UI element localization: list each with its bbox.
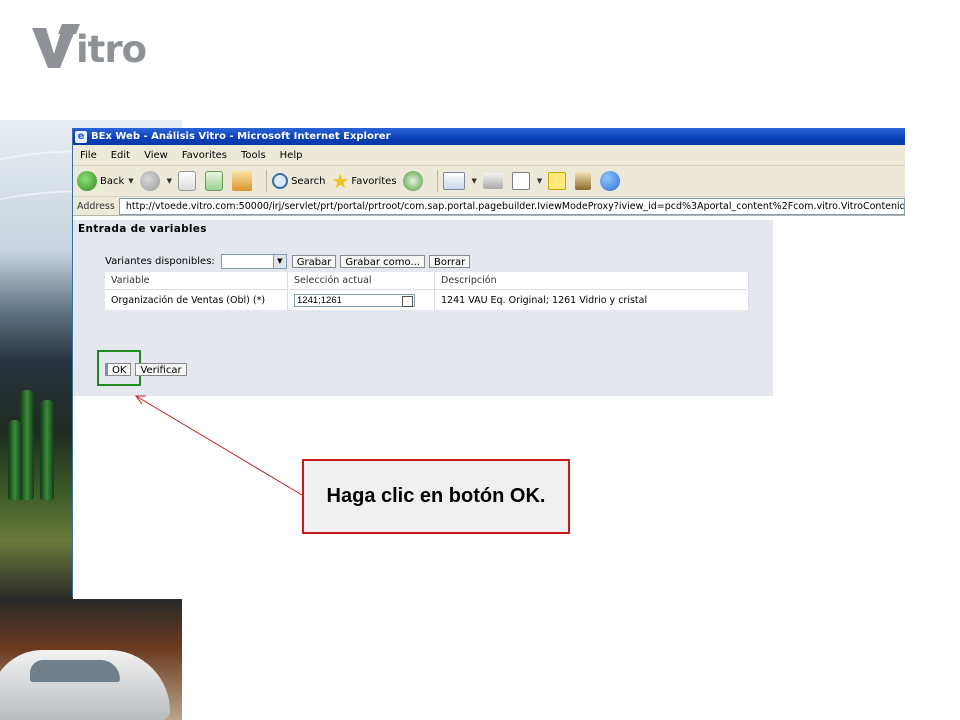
value-help-icon[interactable]	[402, 295, 413, 307]
history-icon	[402, 171, 423, 191]
address-label: Address	[77, 200, 115, 212]
instruction-callout: Haga clic en botón OK.	[302, 459, 570, 534]
back-arrow-icon	[77, 171, 97, 191]
table-row: Organización de Ventas (Obl) (*) 1241 VA…	[105, 289, 749, 310]
address-input[interactable]: http://vtoede.vitro.com:50000/irj/servle…	[118, 197, 905, 215]
toolbar: Back ▼ ▼ Search ★ Favorites ▼ ▼	[73, 166, 905, 197]
address-bar: Address http://vtoede.vitro.com:50000/ir…	[73, 197, 905, 216]
table-header-row: Variable Selección actual Descripción	[105, 272, 749, 290]
bottle-image	[20, 390, 34, 500]
selection-cell	[287, 289, 435, 310]
selection-input[interactable]	[294, 293, 415, 307]
panel-title: Entrada de variables	[78, 223, 207, 235]
toolbar-divider	[266, 170, 268, 192]
back-label: Back	[100, 175, 125, 187]
refresh-button[interactable]	[205, 171, 226, 191]
window-title: BEx Web - Análisis Vitro - Microsoft Int…	[91, 131, 391, 142]
variable-description: 1241 VAU Eq. Original; 1261 Vidrio y cri…	[434, 289, 749, 310]
search-label: Search	[291, 175, 326, 187]
bottle-image	[40, 400, 54, 500]
mail-icon	[442, 172, 465, 190]
word-icon	[511, 172, 530, 190]
menu-favorites[interactable]: Favorites	[175, 150, 234, 161]
ie-icon: e	[75, 130, 87, 143]
address-url: http://vtoede.vitro.com:50000/irj/servle…	[125, 200, 905, 212]
title-bar: e BEx Web - Análisis Vitro - Microsoft I…	[73, 128, 905, 145]
note-icon	[548, 172, 567, 190]
menu-view[interactable]: View	[137, 150, 175, 161]
variants-row: Variantes disponibles: ▼ Grabar Grabar c…	[105, 254, 474, 269]
menu-help[interactable]: Help	[273, 150, 310, 161]
menu-bar: File Edit View Favorites Tools Help	[73, 145, 905, 166]
variable-name: Organización de Ventas (Obl) (*)	[105, 289, 288, 310]
history-button[interactable]	[402, 171, 426, 191]
column-header-variable: Variable	[105, 272, 288, 290]
chevron-down-icon[interactable]: ▼	[272, 255, 286, 268]
actions-row: OK Verificar	[105, 363, 191, 376]
favorites-label: Favorites	[351, 175, 397, 187]
search-icon	[272, 173, 289, 189]
home-button[interactable]	[232, 171, 255, 191]
variants-label: Variantes disponibles:	[105, 256, 215, 267]
save-as-button[interactable]: Grabar como...	[340, 255, 425, 268]
stop-button[interactable]	[178, 171, 199, 191]
forward-arrow-icon	[139, 171, 160, 191]
chevron-down-icon: ▼	[536, 177, 543, 185]
selection-field-wrap	[294, 293, 415, 307]
menu-file[interactable]: File	[73, 150, 104, 161]
logo-mark-icon	[32, 24, 80, 70]
research-button[interactable]	[575, 172, 594, 190]
menu-edit[interactable]: Edit	[104, 150, 137, 161]
column-header-description: Descripción	[434, 272, 749, 290]
save-button[interactable]: Grabar	[291, 255, 337, 268]
column-header-selection: Selección actual	[287, 272, 435, 290]
page-content: Entrada de variables Variantes disponibl…	[73, 216, 905, 599]
back-button[interactable]: Back ▼	[77, 171, 134, 191]
car-image	[0, 650, 170, 720]
favorites-button[interactable]: ★ Favorites	[331, 171, 396, 191]
mail-button[interactable]: ▼	[442, 172, 477, 190]
chevron-down-icon: ▼	[128, 177, 134, 185]
vitro-logo: itro	[32, 22, 147, 71]
forward-button[interactable]: ▼	[139, 171, 173, 191]
messenger-button[interactable]	[600, 171, 623, 191]
callout-text: Haga clic en botón OK.	[326, 485, 546, 507]
print-icon	[482, 173, 503, 189]
research-icon	[575, 172, 592, 190]
chevron-down-icon: ▼	[166, 177, 173, 185]
stop-icon	[178, 171, 197, 191]
menu-tools[interactable]: Tools	[234, 150, 273, 161]
variants-dropdown[interactable]: ▼	[220, 254, 287, 269]
delete-button[interactable]: Borrar	[428, 255, 471, 268]
bottle-image	[8, 420, 22, 500]
toolbar-divider	[436, 170, 438, 192]
home-icon	[232, 171, 253, 191]
ok-button[interactable]: OK	[105, 363, 132, 376]
print-button[interactable]	[482, 173, 506, 189]
messenger-icon	[600, 171, 621, 191]
star-icon: ★	[331, 169, 350, 193]
edit-button[interactable]: ▼	[511, 172, 543, 190]
variables-table: Variable Selección actual Descripción Or…	[105, 272, 749, 310]
discuss-button[interactable]	[548, 172, 569, 190]
verify-button[interactable]: Verificar	[135, 363, 187, 376]
logo-text: itro	[76, 28, 147, 71]
refresh-icon	[205, 171, 224, 191]
chevron-down-icon: ▼	[471, 177, 477, 185]
search-button[interactable]: Search	[272, 173, 325, 189]
variable-entry-panel: Entrada de variables Variantes disponibl…	[73, 220, 773, 396]
